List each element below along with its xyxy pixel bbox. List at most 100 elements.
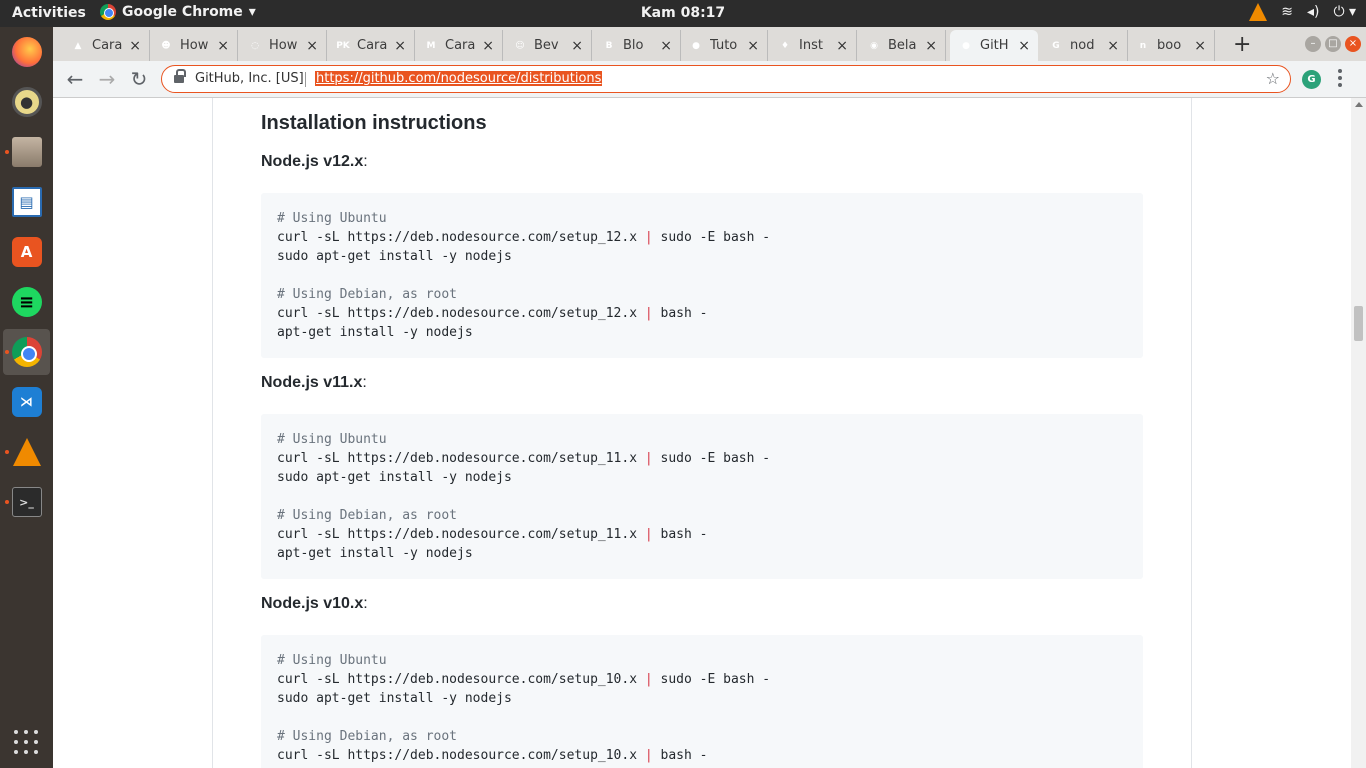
tab-close-icon[interactable]: × [660, 38, 672, 54]
tab-close-icon[interactable]: × [747, 38, 759, 54]
bookmark-star-icon[interactable]: ☆ [1266, 69, 1280, 88]
tab-close-icon[interactable]: × [925, 38, 937, 54]
tab-favicon-icon: ☻ [161, 40, 171, 51]
minimize-button[interactable]: – [1305, 36, 1321, 52]
vlc-icon [12, 437, 42, 467]
tab-close-icon[interactable]: × [129, 38, 141, 54]
tab-close-icon[interactable]: × [1018, 38, 1030, 54]
tab-5[interactable]: ☺ Bev × [504, 30, 592, 61]
app-menu[interactable]: Google Chrome ▾ [100, 4, 256, 20]
show-applications-icon[interactable] [14, 730, 38, 754]
volume-icon[interactable]: ◂) [1307, 4, 1320, 20]
dock-rhythmbox[interactable]: ● [3, 79, 50, 125]
forward-button[interactable]: → [95, 67, 119, 91]
lock-icon[interactable] [174, 69, 186, 84]
back-button[interactable]: ← [63, 67, 87, 91]
tab-11[interactable]: Gnod × [1040, 30, 1128, 61]
version-label: Node.js v11.x [261, 374, 363, 391]
tab-title: Cara [92, 38, 123, 53]
terminal-icon: >_ [11, 487, 42, 517]
reload-button[interactable]: ↻ [127, 67, 151, 91]
dock-spotify[interactable]: ≡ [3, 279, 50, 325]
dock-terminal[interactable]: >_ [3, 479, 50, 525]
tab-title: How [269, 38, 298, 53]
divider [305, 72, 306, 87]
address-bar[interactable]: GitHub, Inc. [US] https://github.com/nod… [161, 65, 1291, 93]
tab-close-icon[interactable]: × [306, 38, 318, 54]
tab-favicon-icon: PK [336, 40, 350, 51]
tab-6[interactable]: B Blo × [593, 30, 681, 61]
code-line: curl -sL https://deb.nodesource.com/setu… [277, 748, 708, 763]
app-menu-label: Google Chrome [122, 4, 243, 20]
tab-close-icon[interactable]: × [1194, 38, 1206, 54]
tab-8[interactable]: ♦ Inst × [769, 30, 857, 61]
tab-0[interactable]: ▲ Cara × [62, 30, 150, 61]
dock-vlc[interactable] [3, 429, 50, 475]
writer-icon: ▤ [11, 187, 42, 217]
tab-favicon-icon: ◉ [870, 40, 878, 51]
dock-vscode[interactable]: ⋊ [3, 379, 50, 425]
code-line: sudo apt-get install -y nodejs [277, 470, 512, 485]
chrome-icon [100, 4, 116, 20]
scrollbar-thumb[interactable] [1354, 306, 1363, 341]
tab-7[interactable]: ● Tuto × [680, 30, 768, 61]
dock-files[interactable] [3, 129, 50, 175]
tab-close-icon[interactable]: × [217, 38, 229, 54]
grammarly-extension-icon[interactable]: G [1302, 70, 1321, 89]
site-identity[interactable]: GitHub, Inc. [US] [195, 71, 304, 86]
version-heading: Node.js v11.x: [261, 374, 367, 391]
version-heading: Node.js v10.x: [261, 595, 368, 612]
tab-9[interactable]: ◉ Bela × [858, 30, 946, 61]
close-window-button[interactable]: × [1345, 36, 1361, 52]
running-indicator [5, 350, 9, 354]
tab-title: Cara [357, 38, 388, 53]
tab-close-icon[interactable]: × [482, 38, 494, 54]
tab-1[interactable]: ☻ How × [150, 30, 238, 61]
running-indicator [5, 150, 9, 154]
url-text[interactable]: https://github.com/nodesource/distributi… [315, 71, 603, 86]
scroll-up-arrow-icon[interactable] [1355, 102, 1363, 107]
gnome-top-bar: Activities Google Chrome ▾ Kam 08:17 ≋ ◂… [0, 0, 1366, 27]
tab-close-icon[interactable]: × [571, 38, 583, 54]
code-block[interactable]: # Using Ubuntu curl -sL https://deb.nodes… [261, 635, 1143, 768]
page-scrollbar[interactable] [1351, 98, 1366, 768]
tab-close-icon[interactable]: × [836, 38, 848, 54]
code-line: sudo apt-get install -y nodejs [277, 249, 512, 264]
page-viewport: Installation instructions Node.js v12.x:… [53, 98, 1351, 768]
power-icon[interactable]: ⏻ ▾ [1333, 4, 1356, 20]
dock-software[interactable]: A [3, 229, 50, 275]
code-block[interactable]: # Using Ubuntu curl -sL https://deb.nodes… [261, 193, 1143, 358]
wifi-icon[interactable]: ≋ [1281, 4, 1293, 20]
tab-12[interactable]: n boo × [1127, 30, 1215, 61]
chrome-menu-icon[interactable] [1338, 69, 1342, 87]
tab-10[interactable]: ● GitH × [950, 30, 1038, 61]
dock-writer[interactable]: ▤ [3, 179, 50, 225]
code-line: curl -sL https://deb.nodesource.com/setu… [277, 230, 771, 245]
code-line: curl -sL https://deb.nodesource.com/setu… [277, 672, 771, 687]
system-tray[interactable]: ≋ ◂) ⏻ ▾ [1249, 3, 1356, 21]
dock-chrome[interactable] [3, 329, 50, 375]
tab-close-icon[interactable]: × [1107, 38, 1119, 54]
code-line: curl -sL https://deb.nodesource.com/setu… [277, 451, 771, 466]
vlc-tray-icon[interactable] [1249, 3, 1268, 21]
spotify-icon: ≡ [11, 287, 42, 317]
software-store-icon: A [11, 237, 42, 267]
tab-favicon-icon: ● [692, 40, 700, 51]
dock: ● ▤ A ≡ ⋊ >_ [0, 27, 53, 768]
tab-3[interactable]: PK Cara × [327, 30, 415, 61]
maximize-button[interactable]: □ [1325, 36, 1341, 52]
vscode-icon: ⋊ [11, 387, 42, 417]
new-tab-button[interactable]: + [1233, 32, 1251, 57]
code-block[interactable]: # Using Ubuntu curl -sL https://deb.nodes… [261, 414, 1143, 579]
code-line: # Using Debian, as root [277, 287, 458, 302]
code-line: sudo apt-get install -y nodejs [277, 691, 512, 706]
tab-2[interactable]: ◌ How × [239, 30, 327, 61]
tab-4[interactable]: M Cara × [415, 30, 503, 61]
tab-close-icon[interactable]: × [394, 38, 406, 54]
activities-button[interactable]: Activities [12, 5, 86, 21]
dock-firefox[interactable] [3, 29, 50, 75]
tab-favicon-icon: n [1139, 40, 1147, 51]
